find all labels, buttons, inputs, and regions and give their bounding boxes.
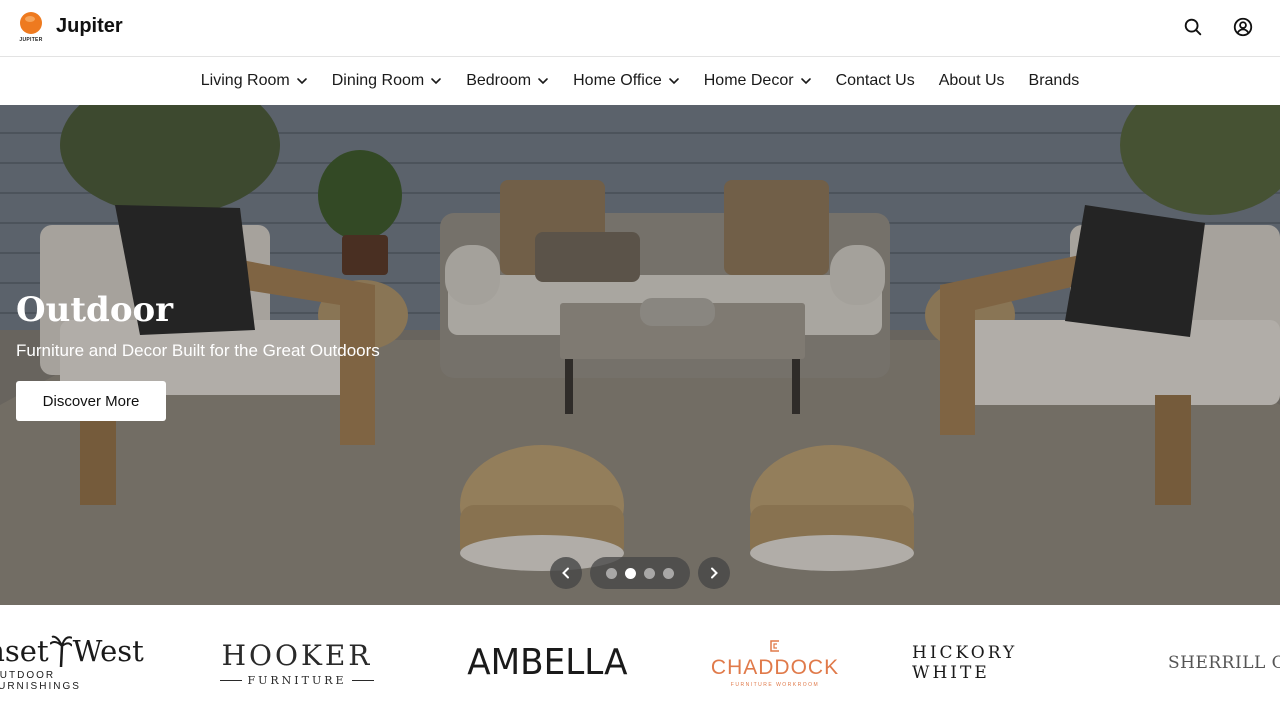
palm-tree-icon — [49, 635, 72, 667]
chevron-right-icon — [711, 567, 718, 579]
logo-name: Jupiter — [56, 14, 123, 37]
top-header: JUPITER Jupiter — [0, 0, 1280, 57]
chevron-left-icon — [562, 567, 569, 579]
nav-item-brands[interactable]: Brands — [1029, 72, 1080, 90]
brand-name-2: West — [72, 633, 144, 668]
chevron-down-icon — [431, 78, 442, 85]
brand-logo-hooker[interactable]: HOOKER FURNITURE — [220, 605, 374, 720]
main-nav: Living Room Dining Room Bedroom Home Office… — [0, 57, 1280, 105]
slide-dot-3[interactable] — [644, 567, 655, 579]
nav-item-label: Contact Us — [835, 72, 915, 89]
brand-name: HOOKER — [221, 638, 373, 672]
nav-item-label: Living Room — [200, 72, 290, 89]
brand-logo-hickory-white[interactable]: HICKORY WHITE — [912, 605, 1097, 720]
slide-dot-4[interactable] — [663, 567, 674, 579]
brand-logo-chaddock[interactable]: CHADDOCK FURNITURE WORKROOM — [700, 605, 850, 720]
next-slide-button[interactable] — [698, 557, 730, 589]
brand-name: AMBELLA — [467, 642, 628, 683]
hero-subtitle: Furniture and Decor Built for the Great … — [16, 341, 380, 360]
nav-item-bedroom[interactable]: Bedroom — [466, 72, 549, 90]
brand-name: nset — [0, 633, 49, 668]
nav-item-label: Bedroom — [466, 72, 532, 89]
chaddock-emblem-icon — [770, 639, 779, 652]
nav-item-living-room[interactable]: Living Room — [201, 72, 308, 90]
discover-more-button[interactable]: Discover More — [16, 381, 166, 421]
brand-logo-strip: nset West OUTDOOR FURNISHINGS HOOKER FUR… — [0, 605, 1280, 720]
account-icon[interactable] — [1232, 16, 1254, 38]
site-logo[interactable]: JUPITER Jupiter — [16, 12, 123, 46]
slide-dot-2[interactable] — [625, 567, 636, 579]
brand-name: CHADDOCK — [710, 655, 840, 679]
chevron-down-icon — [668, 78, 679, 85]
nav-item-home-decor[interactable]: Home Decor — [704, 72, 812, 90]
nav-item-label: Brands — [1028, 72, 1080, 89]
nav-item-label: Home Decor — [703, 72, 794, 89]
chevron-down-icon — [538, 78, 548, 85]
logo-mark-icon: JUPITER — [16, 12, 46, 46]
nav-item-label: Home Office — [573, 72, 662, 89]
hero-title: Outdoor — [16, 290, 174, 330]
slide-dot-1[interactable] — [606, 567, 617, 579]
slide-pagination — [590, 557, 690, 589]
brand-sub: OUTDOOR FURNISHINGS — [0, 669, 81, 692]
chevron-down-icon — [800, 78, 811, 85]
nav-item-label: Dining Room — [331, 72, 425, 89]
brand-sub: FURNITURE WORKROOM — [730, 681, 820, 688]
brand-logo-sunset-west[interactable]: nset West OUTDOOR FURNISHINGS — [0, 605, 144, 720]
logo-tag: JUPITER — [19, 37, 43, 43]
brand-logo-ambella[interactable]: AMBELLA — [455, 605, 640, 720]
nav-item-contact-us[interactable]: Contact Us — [836, 72, 915, 90]
prev-slide-button[interactable] — [550, 557, 582, 589]
brand-sub: FURNITURE — [247, 673, 347, 687]
search-icon[interactable] — [1182, 16, 1204, 38]
nav-item-about-us[interactable]: About Us — [939, 72, 1005, 90]
brand-name: HICKORY WHITE — [912, 642, 1018, 683]
nav-item-dining-room[interactable]: Dining Room — [332, 72, 442, 90]
nav-item-label: About Us — [938, 72, 1005, 89]
nav-item-home-office[interactable]: Home Office — [573, 72, 680, 90]
brand-name: SHERRILL OCCA — [1168, 652, 1280, 673]
chevron-down-icon — [296, 78, 307, 85]
hero-carousel: Outdoor Furniture and Decor Built for th… — [0, 105, 1280, 605]
brand-logo-sherrill[interactable]: SHERRILL OCCA — [1168, 605, 1280, 720]
